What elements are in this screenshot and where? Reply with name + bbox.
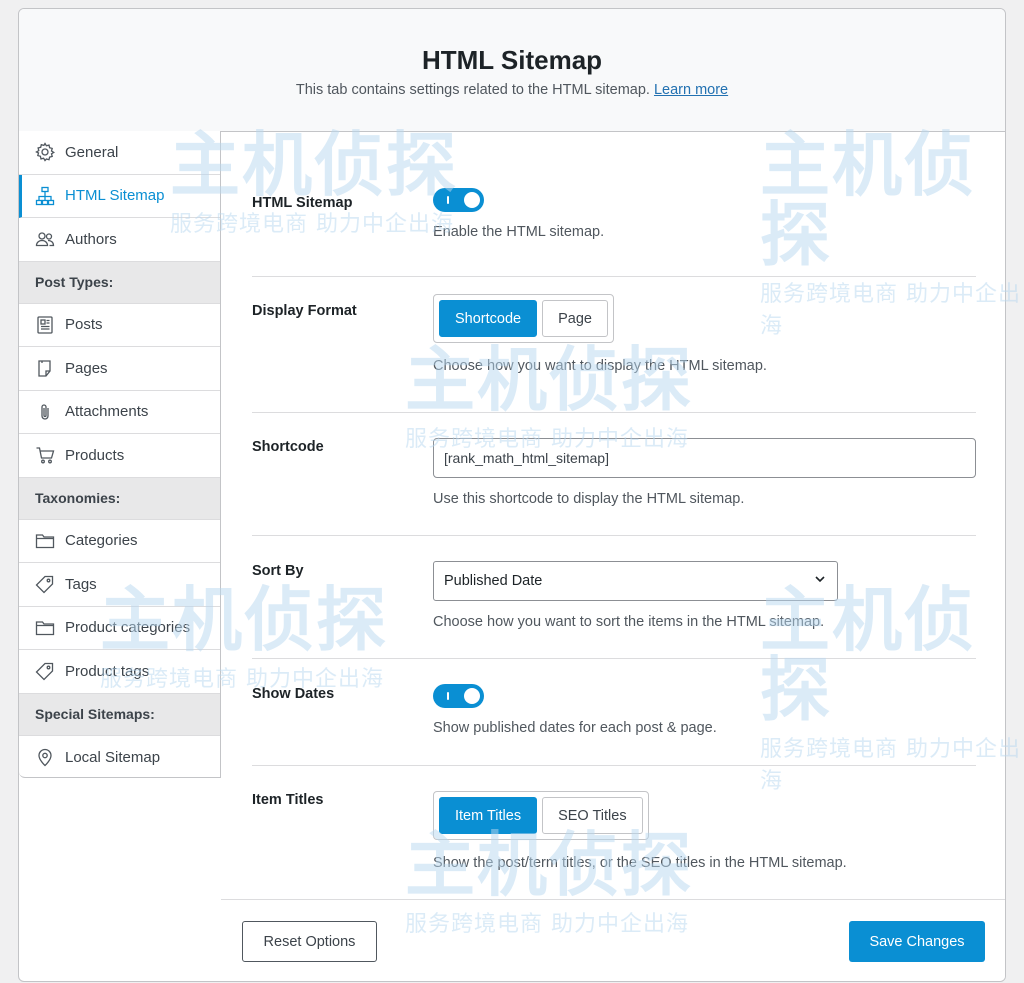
display-format-field: Shortcode Page Choose how you want to di… bbox=[433, 294, 767, 374]
form-footer: Reset Options Save Changes bbox=[221, 899, 1005, 981]
page-description: This tab contains settings related to th… bbox=[295, 82, 729, 98]
sidebar-item-label: Posts bbox=[65, 316, 103, 334]
post-types-heading: Post Types: bbox=[19, 261, 220, 304]
folder-icon bbox=[35, 618, 55, 638]
sidebar-item-product-tags[interactable]: Product tags bbox=[19, 650, 220, 694]
html-sitemap-label: HTML Sitemap bbox=[252, 195, 353, 211]
shortcode-label: Shortcode bbox=[252, 439, 324, 455]
page-title: HTML Sitemap bbox=[421, 45, 603, 75]
sidebar-item-general[interactable]: General bbox=[19, 131, 220, 175]
html-sitemap-row: HTML Sitemap Enable the HTML sitemap. bbox=[252, 131, 976, 277]
item-titles-option[interactable]: Item Titles bbox=[439, 797, 538, 834]
sidebar-item-label: Product categories bbox=[65, 619, 191, 637]
sidebar-item-posts[interactable]: Posts bbox=[19, 304, 220, 347]
sort-by-description: Choose how you want to sort the items in… bbox=[433, 614, 825, 630]
show-dates-field: Show published dates for each post & pag… bbox=[433, 684, 717, 736]
sidebar-item-pages[interactable]: Pages bbox=[19, 347, 220, 391]
item-titles-description: Show the post/term titles, or the SEO ti… bbox=[433, 855, 847, 871]
item-titles-field: Item Titles SEO Titles Show the post/ter… bbox=[433, 791, 847, 871]
display-format-label: Display Format bbox=[252, 303, 357, 319]
display-format-shortcode-option[interactable]: Shortcode bbox=[439, 300, 538, 337]
settings-form: HTML Sitemap Enable the HTML sitemap. Di… bbox=[221, 131, 1005, 899]
users-icon bbox=[35, 229, 55, 249]
shortcode-description: Use this shortcode to display the HTML s… bbox=[433, 491, 745, 507]
sidebar-item-label: Attachments bbox=[65, 403, 149, 421]
shortcode-input[interactable] bbox=[433, 438, 976, 478]
sidebar-item-categories[interactable]: Categories bbox=[19, 520, 220, 563]
sort-by-label: Sort By bbox=[252, 563, 304, 579]
page-header: HTML Sitemap This tab contains settings … bbox=[19, 9, 1005, 132]
sidebar-item-authors[interactable]: Authors bbox=[19, 218, 220, 262]
item-titles-row: Item Titles Item Titles SEO Titles Show … bbox=[252, 766, 976, 899]
sort-by-value: Published Date bbox=[444, 573, 543, 589]
sidebar-item-label: Authors bbox=[65, 230, 117, 248]
sidebar-item-label: Local Sitemap bbox=[65, 748, 161, 766]
show-dates-toggle[interactable] bbox=[433, 684, 484, 708]
shortcode-field: Use this shortcode to display the HTML s… bbox=[433, 438, 976, 507]
display-format-segmented: Shortcode Page bbox=[433, 294, 614, 343]
sidebar-item-label: Pages bbox=[65, 359, 108, 377]
pages-icon bbox=[35, 358, 55, 378]
html-sitemap-field: Enable the HTML sitemap. bbox=[433, 188, 604, 240]
show-dates-label: Show Dates bbox=[252, 686, 335, 702]
display-format-page-option[interactable]: Page bbox=[542, 300, 608, 337]
item-titles-segmented: Item Titles SEO Titles bbox=[433, 791, 649, 840]
cart-icon bbox=[35, 445, 55, 465]
settings-panel: HTML Sitemap This tab contains settings … bbox=[18, 8, 1006, 982]
sidebar: General HTML Sitemap Authors Post Types:… bbox=[19, 131, 221, 778]
html-sitemap-description: Enable the HTML sitemap. bbox=[433, 224, 605, 240]
seo-titles-option[interactable]: SEO Titles bbox=[542, 797, 643, 834]
tag-icon bbox=[35, 661, 55, 681]
sort-by-row: Sort By Published Date Choose how you wa… bbox=[252, 536, 976, 659]
save-changes-button[interactable]: Save Changes bbox=[849, 921, 985, 962]
learn-more-link[interactable]: Learn more bbox=[654, 82, 728, 98]
sidebar-item-local-sitemap[interactable]: Local Sitemap bbox=[19, 736, 220, 780]
sidebar-item-products[interactable]: Products bbox=[19, 434, 220, 478]
location-pin-icon bbox=[35, 747, 55, 767]
sidebar-item-label: HTML Sitemap bbox=[65, 187, 165, 205]
show-dates-description: Show published dates for each post & pag… bbox=[433, 720, 717, 736]
sidebar-item-label: Categories bbox=[65, 532, 138, 550]
item-titles-label: Item Titles bbox=[252, 792, 324, 808]
sidebar-item-label: Tags bbox=[65, 575, 97, 593]
sidebar-item-label: General bbox=[65, 143, 119, 161]
tag-icon bbox=[35, 574, 55, 594]
sidebar-item-label: Product tags bbox=[65, 662, 150, 680]
display-format-row: Display Format Shortcode Page Choose how… bbox=[252, 277, 976, 413]
paperclip-icon bbox=[35, 402, 55, 422]
reset-options-button[interactable]: Reset Options bbox=[242, 921, 377, 962]
sitemap-icon bbox=[35, 186, 55, 206]
gear-icon bbox=[35, 142, 55, 162]
folder-icon bbox=[35, 531, 55, 551]
sort-by-select[interactable]: Published Date bbox=[433, 561, 838, 601]
display-format-description: Choose how you want to display the HTML … bbox=[433, 358, 767, 374]
special-sitemaps-heading: Special Sitemaps: bbox=[19, 693, 220, 736]
sidebar-item-tags[interactable]: Tags bbox=[19, 563, 220, 607]
chevron-down-icon bbox=[813, 572, 827, 590]
taxonomies-heading: Taxonomies: bbox=[19, 477, 220, 520]
sidebar-item-label: Products bbox=[65, 446, 125, 464]
sidebar-item-product-categories[interactable]: Product categories bbox=[19, 607, 220, 650]
html-sitemap-toggle[interactable] bbox=[433, 188, 484, 212]
sort-by-field: Published Date Choose how you want to so… bbox=[433, 561, 838, 630]
shortcode-row: Shortcode Use this shortcode to display … bbox=[252, 413, 976, 536]
sidebar-item-html-sitemap[interactable]: HTML Sitemap bbox=[19, 174, 220, 218]
show-dates-row: Show Dates Show published dates for each… bbox=[252, 659, 976, 766]
document-icon bbox=[35, 315, 55, 335]
sidebar-item-attachments[interactable]: Attachments bbox=[19, 391, 220, 434]
